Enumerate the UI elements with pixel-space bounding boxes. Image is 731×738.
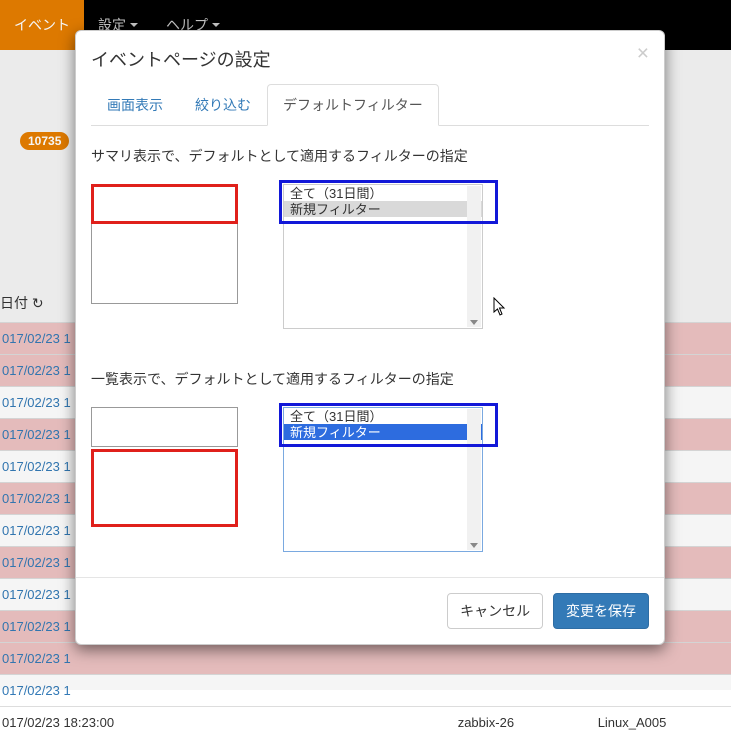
- section2-label: 一覧表示で、デフォルトとして適用するフィルターの指定: [91, 369, 649, 389]
- mouse-cursor-icon: [493, 297, 507, 317]
- summary-filter-select[interactable]: 全て（31日間） 新規フィルター: [283, 184, 483, 329]
- section2-left: [91, 407, 238, 527]
- section1-left: [91, 184, 238, 304]
- tab-display[interactable]: 画面表示: [91, 84, 179, 126]
- tabs: 画面表示 絞り込む デフォルトフィルター: [91, 84, 649, 126]
- tab-filter[interactable]: 絞り込む: [179, 84, 267, 126]
- option-all-31-b[interactable]: 全て（31日間）: [284, 408, 482, 424]
- save-button[interactable]: 変更を保存: [553, 593, 649, 629]
- summary-select-wrap: 全て（31日間） 新規フィルター: [283, 184, 483, 329]
- modal-body: 画面表示 絞り込む デフォルトフィルター サマリ表示で、デフォルトとして適用する…: [76, 84, 664, 577]
- grey-box-1: [91, 224, 238, 304]
- settings-modal: イベントページの設定 × 画面表示 絞り込む デフォルトフィルター サマリ表示で…: [75, 30, 665, 645]
- red-box-bottom-2: [91, 449, 238, 527]
- cell-host: zabbix-26: [458, 715, 514, 730]
- modal-footer: キャンセル 変更を保存: [76, 577, 664, 644]
- option-all-31[interactable]: 全て（31日間）: [284, 185, 482, 201]
- cancel-button[interactable]: キャンセル: [447, 593, 543, 629]
- cell-timestamp: 017/02/23 18:23:00: [2, 715, 114, 730]
- list-filter-select[interactable]: 全て（31日間） 新規フィルター: [283, 407, 483, 552]
- section2-row: 全て（31日間） 新規フィルター: [91, 407, 649, 552]
- modal-title: イベントページの設定: [91, 50, 271, 70]
- modal-header: イベントページの設定 ×: [76, 31, 664, 84]
- cell-target: Linux_A005: [598, 715, 667, 730]
- table-row[interactable]: 017/02/23 18:23:00 zabbix-26 Linux_A005: [0, 706, 731, 738]
- scroll-down-icon: [470, 320, 478, 325]
- option-new-filter[interactable]: 新規フィルター: [284, 201, 482, 217]
- grey-box-2: [91, 407, 238, 447]
- scrollbar[interactable]: [467, 409, 481, 550]
- tab-default-filter[interactable]: デフォルトフィルター: [267, 84, 439, 126]
- list-select-wrap: 全て（31日間） 新規フィルター: [283, 407, 483, 552]
- scrollbar[interactable]: [467, 186, 481, 327]
- scroll-down-icon: [470, 543, 478, 548]
- red-box-top-1: [91, 184, 238, 224]
- section1-row: 全て（31日間） 新規フィルター: [91, 184, 649, 329]
- option-new-filter-selected[interactable]: 新規フィルター: [284, 424, 482, 440]
- section1-label: サマリ表示で、デフォルトとして適用するフィルターの指定: [91, 146, 649, 166]
- close-icon[interactable]: ×: [637, 43, 649, 64]
